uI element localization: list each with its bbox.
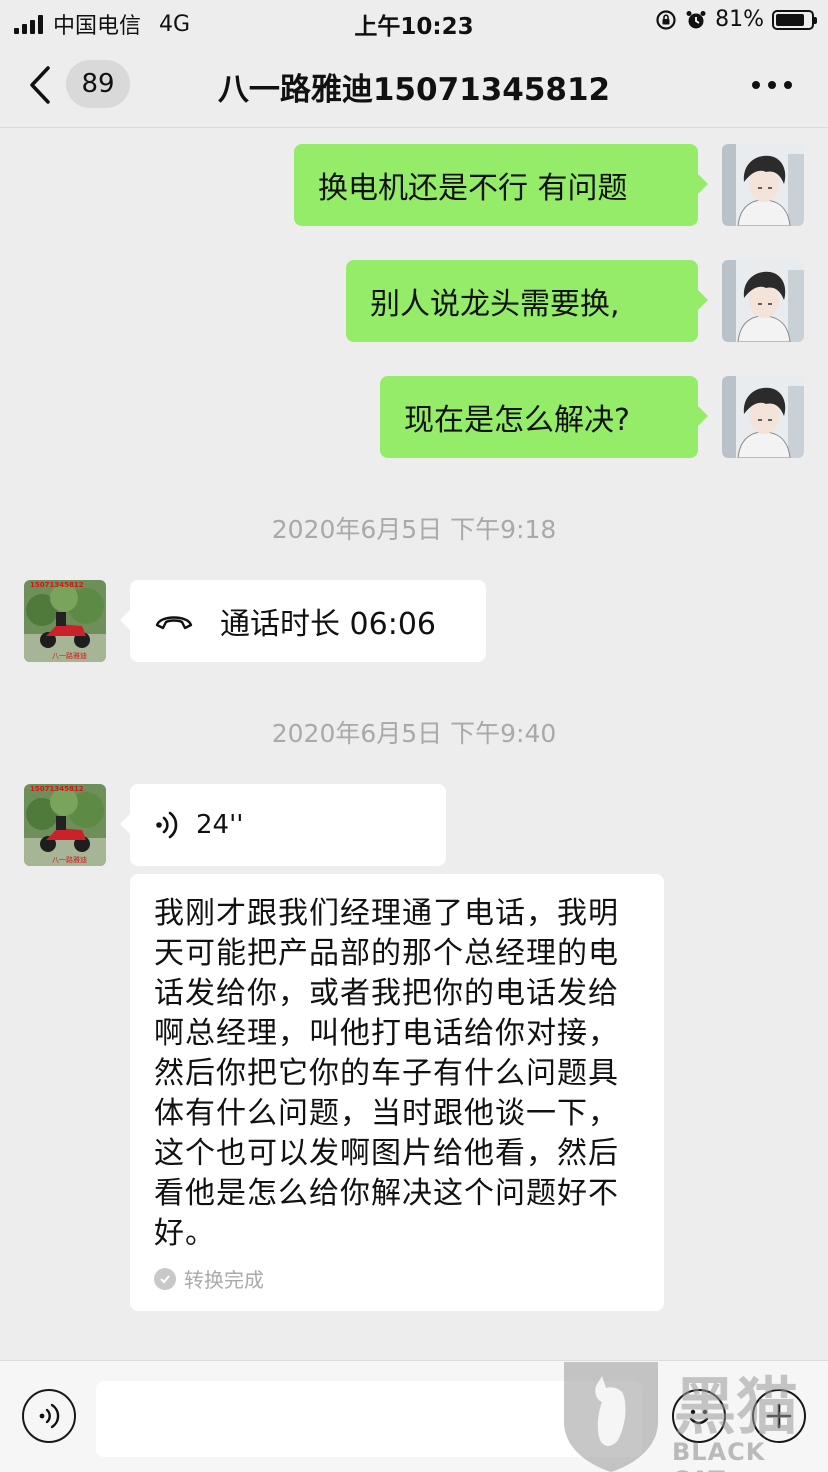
voice-input-button[interactable] — [22, 1389, 76, 1443]
phone-hangup-icon — [154, 606, 194, 636]
outgoing-message[interactable]: 现在是怎么解决? — [380, 376, 708, 458]
battery-icon — [772, 9, 817, 30]
transcript-status: 转换完成 — [154, 1264, 264, 1293]
message-text: 现在是怎么解决? — [404, 403, 630, 438]
avatar-number-text: 15071345812 — [30, 581, 84, 589]
battery-percent: 81% — [715, 7, 764, 32]
more-dot-icon — [752, 81, 760, 89]
chevron-left-icon — [30, 66, 50, 104]
chat-header: 89 八一路雅迪15071345812 — [0, 42, 828, 128]
scooter-avatar-icon: 15071345812 八一路雅迪 — [24, 784, 106, 866]
call-record-message[interactable]: 通话时长 06:06 — [120, 580, 486, 662]
more-options-button[interactable] — [752, 70, 792, 100]
my-avatar[interactable] — [722, 260, 804, 342]
voice-transcript[interactable]: 我刚才跟我们经理通了电话，我明天可能把产品部的那个总经理的电话发给你，或者我把你… — [130, 874, 664, 1311]
plus-icon — [766, 1403, 792, 1429]
voice-duration: 24'' — [196, 810, 244, 840]
unread-badge[interactable]: 89 — [66, 60, 130, 108]
more-dot-icon — [784, 81, 792, 89]
message-text: 别人说龙头需要换, — [370, 287, 620, 322]
alarm-icon — [685, 9, 707, 31]
chat-title: 八一路雅迪15071345812 — [217, 72, 611, 108]
voice-message[interactable]: 24'' — [120, 784, 446, 866]
avatar-label-text: 八一路雅迪 — [52, 855, 87, 864]
battery-fill — [776, 13, 804, 26]
transcript-status-label: 转换完成 — [184, 1268, 264, 1292]
message-timestamp: 2020年6月5日 下午9:18 — [271, 515, 557, 544]
outgoing-message[interactable]: 别人说龙头需要换, — [346, 260, 708, 342]
voice-wave-icon — [154, 808, 182, 842]
more-actions-button[interactable] — [752, 1389, 806, 1443]
contact-avatar[interactable]: 15071345812 八一路雅迪 — [24, 580, 106, 662]
message-input[interactable] — [96, 1381, 642, 1457]
outgoing-message[interactable]: 换电机还是不行 有问题 — [294, 144, 708, 226]
transcript-text: 我刚才跟我们经理通了电话，我明天可能把产品部的那个总经理的电话发给你，或者我把你… — [154, 896, 619, 1251]
voice-wave-icon — [39, 1403, 60, 1429]
more-dot-icon — [768, 81, 776, 89]
scooter-avatar-icon: 15071345812 八一路雅迪 — [24, 580, 106, 662]
orientation-lock-icon — [655, 9, 677, 31]
status-bar: 中国电信 4G 上午10:23 81% — [0, 0, 828, 42]
back-button[interactable] — [28, 62, 60, 108]
status-right: 81% — [655, 7, 817, 32]
avatar-number-text: 15071345812 — [30, 785, 84, 793]
my-avatar[interactable] — [722, 144, 804, 226]
call-duration-label: 通话时长 06:06 — [220, 607, 436, 642]
check-icon — [154, 1267, 176, 1290]
emoji-button[interactable] — [672, 1389, 726, 1443]
message-timestamp: 2020年6月5日 下午9:40 — [271, 719, 557, 748]
smiley-icon — [689, 1409, 709, 1425]
contact-avatar[interactable]: 15071345812 八一路雅迪 — [24, 784, 106, 866]
user-avatar-icon — [722, 144, 804, 226]
message-text: 换电机还是不行 有问题 — [318, 171, 628, 206]
user-avatar-icon — [722, 260, 804, 342]
my-avatar[interactable] — [722, 376, 804, 458]
avatar-label-text: 八一路雅迪 — [52, 651, 87, 660]
user-avatar-icon — [722, 376, 804, 458]
input-bar — [0, 1360, 828, 1472]
